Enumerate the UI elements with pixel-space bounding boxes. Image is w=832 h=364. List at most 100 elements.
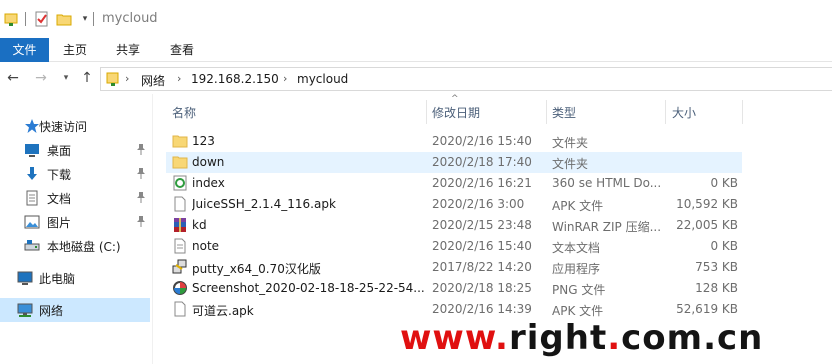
tab-home[interactable]: 主页 <box>55 38 95 62</box>
file-size: 52,619 KB <box>676 302 738 316</box>
file-row[interactable]: JuiceSSH_2.1.4_116.apk 2020/2/16 3:00 AP… <box>166 194 742 215</box>
file-date: 2017/8/22 14:20 <box>432 260 532 274</box>
network-location-icon <box>105 71 121 90</box>
file-row[interactable]: 可道云.apk 2020/2/16 14:39 APK 文件 52,619 KB <box>166 299 742 320</box>
drive-icon <box>24 238 40 254</box>
network-folder-icon <box>3 11 19 27</box>
column-divider[interactable] <box>426 100 427 124</box>
quick-access-dropdown-icon[interactable]: ▾ <box>77 11 93 27</box>
column-header-type[interactable]: 类型 <box>552 104 576 121</box>
file-row[interactable]: 123 2020/2/16 15:40 文件夹 <box>166 131 742 152</box>
image-file-icon <box>172 280 188 296</box>
pin-icon[interactable] <box>136 167 146 179</box>
desktop-icon <box>24 142 40 158</box>
file-date: 2020/2/15 23:48 <box>432 218 532 232</box>
sidebar-item-label: 桌面 <box>47 144 72 158</box>
file-size: 0 KB <box>710 239 738 253</box>
sidebar-item-network[interactable]: 网络 <box>0 298 150 322</box>
tab-share[interactable]: 共享 <box>108 38 148 62</box>
column-headers: ^ 名称 修改日期 类型 大小 <box>160 94 832 124</box>
file-size: 0 KB <box>710 176 738 190</box>
chevron-right-icon[interactable]: › <box>177 72 181 85</box>
pin-icon[interactable] <box>136 143 146 155</box>
file-row[interactable]: index 2020/2/16 16:21 360 se HTML Do... … <box>166 173 742 194</box>
computer-icon <box>17 270 33 286</box>
properties-icon[interactable] <box>34 11 50 27</box>
sidebar-item-desktop[interactable]: 桌面 <box>0 138 150 162</box>
recent-locations-chevron-icon[interactable]: ▾ <box>58 70 74 86</box>
file-type: 文件夹 <box>552 136 589 150</box>
sidebar-item-quick-access[interactable]: 快速访问 <box>0 114 150 138</box>
breadcrumb-folder[interactable]: mycloud <box>297 72 348 86</box>
column-header-date[interactable]: 修改日期 <box>432 104 480 121</box>
address-box[interactable]: › 网络 › 192.168.2.150 › mycloud <box>100 67 832 91</box>
file-row[interactable]: putty_x64_0.70汉化版 2017/8/22 14:20 应用程序 7… <box>166 257 742 278</box>
pane-divider[interactable] <box>152 94 153 364</box>
chevron-right-icon[interactable]: › <box>283 72 287 85</box>
column-divider[interactable] <box>665 100 666 124</box>
file-type: 应用程序 <box>552 262 601 276</box>
file-type: PNG 文件 <box>552 283 606 297</box>
file-size: 22,005 KB <box>676 218 738 232</box>
html-file-icon <box>172 175 188 191</box>
breadcrumb-host[interactable]: 192.168.2.150 <box>191 72 279 86</box>
winrar-icon <box>172 217 188 233</box>
text-file-icon <box>172 238 188 254</box>
file-row[interactable]: Screenshot_2020-02-18-18-25-22-54... 202… <box>166 278 742 299</box>
navigation-bar: ← → ▾ ↑ › 网络 › 192.168.2.150 › mycloud <box>0 62 832 94</box>
watermark-middle: right <box>508 318 608 358</box>
file-type: WinRAR ZIP 压缩... <box>552 220 662 234</box>
new-folder-icon[interactable] <box>56 11 72 27</box>
file-name: kd <box>192 218 207 232</box>
up-arrow-icon[interactable]: ↑ <box>79 70 95 86</box>
file-name: 可道云.apk <box>192 304 254 318</box>
watermark: www.right.com.cn <box>400 318 763 358</box>
file-row[interactable]: kd 2020/2/15 23:48 WinRAR ZIP 压缩... 22,0… <box>166 215 742 236</box>
file-type: 360 se HTML Do... <box>552 176 662 190</box>
file-type: APK 文件 <box>552 304 604 318</box>
column-header-size[interactable]: 大小 <box>672 104 696 121</box>
file-date: 2020/2/18 18:25 <box>432 281 532 295</box>
pin-icon[interactable] <box>136 215 146 227</box>
folder-icon <box>172 133 188 149</box>
sidebar-item-label: 图片 <box>47 216 72 230</box>
file-row[interactable]: down 2020/2/18 17:40 文件夹 <box>166 152 742 173</box>
tab-view[interactable]: 查看 <box>162 38 202 62</box>
forward-arrow-icon[interactable]: → <box>33 70 49 86</box>
file-date: 2020/2/16 16:21 <box>432 176 532 190</box>
pin-icon[interactable] <box>136 191 146 203</box>
file-name: note <box>192 239 220 253</box>
sidebar-item-this-pc[interactable]: 此电脑 <box>0 266 150 290</box>
file-type: APK 文件 <box>552 199 604 213</box>
sort-ascending-icon: ^ <box>451 94 459 104</box>
column-header-name[interactable]: 名称 <box>172 104 196 121</box>
file-icon <box>172 301 188 317</box>
watermark-suffix: com.cn <box>621 318 764 358</box>
sidebar-item-label: 网络 <box>39 304 64 318</box>
folder-icon <box>172 154 188 170</box>
sidebar-item-downloads[interactable]: 下载 <box>0 162 150 186</box>
pictures-icon <box>24 214 40 230</box>
sidebar-item-pictures[interactable]: 图片 <box>0 210 150 234</box>
file-date: 2020/2/16 3:00 <box>432 197 525 211</box>
column-divider[interactable] <box>742 100 743 124</box>
documents-icon <box>24 190 40 206</box>
file-name: Screenshot_2020-02-18-18-25-22-54... <box>192 281 425 295</box>
sidebar-item-local-disk[interactable]: 本地磁盘 (C:) <box>0 234 150 258</box>
column-divider[interactable] <box>546 100 547 124</box>
back-arrow-icon[interactable]: ← <box>5 70 21 86</box>
download-icon <box>24 166 40 182</box>
sidebar-item-documents[interactable]: 文档 <box>0 186 150 210</box>
file-row[interactable]: note 2020/2/16 15:40 文本文档 0 KB <box>166 236 742 257</box>
file-type: 文本文档 <box>552 241 601 255</box>
file-date: 2020/2/16 14:39 <box>432 302 532 316</box>
chevron-right-icon[interactable]: › <box>125 72 129 85</box>
breadcrumb-network[interactable]: 网络 <box>141 72 165 89</box>
file-name: down <box>192 155 225 169</box>
file-date: 2020/2/16 15:40 <box>432 134 532 148</box>
sidebar-item-label: 文档 <box>47 192 72 206</box>
tab-file[interactable]: 文件 <box>0 38 49 62</box>
ribbon-tabs: 文件 主页 共享 查看 <box>0 38 832 62</box>
title-bar: ▾ mycloud <box>0 0 832 38</box>
sidebar-item-label: 此电脑 <box>39 272 76 286</box>
